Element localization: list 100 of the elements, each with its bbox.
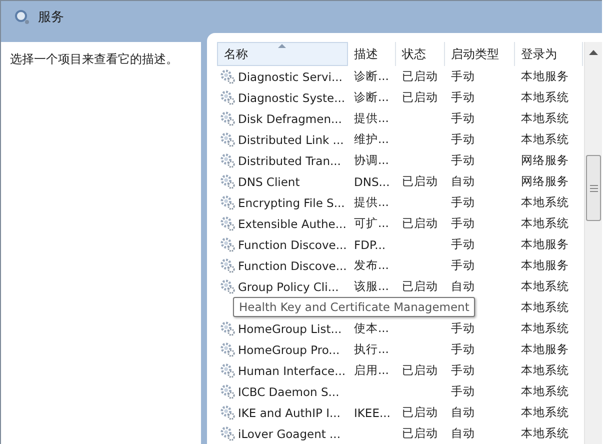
gear-icon (220, 279, 235, 294)
scrollbar[interactable] (584, 42, 602, 444)
gear-icon (220, 195, 235, 210)
table-cell: FDP... (354, 238, 386, 252)
gear-icon (220, 153, 235, 168)
table-cell: 已启动 (402, 426, 438, 441)
table-cell: 协调... (354, 153, 389, 168)
table-cell: 维护... (354, 132, 389, 147)
table-cell: 提供... (354, 111, 389, 126)
gear-icon (220, 216, 235, 231)
table-cell: 手动 (451, 132, 475, 147)
table-cell: Extensible Authe... (238, 216, 346, 230)
table-cell: 手动 (451, 153, 475, 168)
table-cell: 手动 (451, 321, 475, 336)
table-cell: Distributed Tran... (238, 154, 341, 168)
table-cell: 已启动 (402, 405, 438, 420)
table-cell: 本地系统 (521, 111, 569, 126)
table-cell: DNS Client (238, 174, 300, 188)
scroll-up-icon[interactable] (589, 50, 598, 55)
table-cell: 手动 (451, 342, 475, 357)
table-cell: 本地系统 (521, 90, 569, 105)
gear-icon (220, 321, 235, 336)
column-header[interactable]: 名称 (217, 42, 348, 66)
table-cell: 可扩... (354, 216, 389, 231)
table-cell: 已启动 (402, 69, 438, 84)
gear-icon (220, 132, 235, 147)
table-cell: DNS... (354, 174, 390, 188)
table-cell: 手动 (451, 237, 475, 252)
table-cell: 网络服务 (521, 153, 569, 168)
table-cell: 本地系统 (521, 321, 569, 336)
table-cell: 手动 (451, 195, 475, 210)
table-cell: 本地服务 (521, 237, 569, 252)
gear-icon (220, 363, 235, 378)
table-cell: 已启动 (402, 279, 438, 294)
gear-icon (220, 426, 235, 441)
table-cell: Human Interface... (238, 364, 346, 378)
description-text: 选择一个项目来查看它的描述。 (10, 52, 178, 66)
table-cell: 已启动 (402, 363, 438, 378)
table-cell: 本地系统 (521, 279, 569, 294)
gear-icon (220, 342, 235, 357)
table-cell: 网络服务 (521, 174, 569, 189)
table-cell: Function Discove... (238, 238, 347, 252)
table-cell: 本地系统 (521, 384, 569, 399)
sort-arrow-icon (278, 44, 286, 48)
table-cell: 发布... (354, 258, 389, 273)
table-cell: 自动 (451, 405, 475, 420)
table-cell: 已启动 (402, 216, 438, 231)
table-cell: 手动 (451, 363, 475, 378)
table-cell: 诊断... (354, 90, 389, 105)
table-cell: Function Discove... (238, 258, 347, 272)
scrollbar-thumb[interactable] (586, 155, 601, 221)
table-cell: 自动 (451, 279, 475, 294)
table-cell: 手动 (451, 69, 475, 84)
table-cell: 已启动 (402, 90, 438, 105)
grip-icon (590, 184, 598, 192)
gear-icon (220, 384, 235, 399)
window-title: 服务 (38, 9, 64, 26)
table-cell: Group Policy Cli... (238, 280, 339, 294)
table-cell: 执行... (354, 342, 389, 357)
table-cell: 手动 (451, 258, 475, 273)
table-cell: 自动 (451, 174, 475, 189)
table-cell: IKE and AuthIP I... (238, 406, 340, 420)
tooltip: Health Key and Certificate Management (233, 297, 476, 317)
table-cell: 使本... (354, 321, 389, 336)
table-cell: 本地服务 (521, 342, 569, 357)
table-cell: 本地系统 (521, 195, 569, 210)
table-cell: 本地服务 (521, 69, 569, 84)
table-cell: 自动 (451, 426, 475, 441)
table-cell: IKEE... (354, 406, 390, 420)
table-cell: Distributed Link ... (238, 132, 344, 146)
table-cell: HomeGroup List... (238, 322, 342, 336)
table-cell: Encrypting File S... (238, 196, 345, 210)
gear-icon (220, 111, 235, 126)
table-cell: 手动 (451, 216, 475, 231)
gear-icon (220, 69, 235, 84)
table-cell: 已启动 (402, 174, 438, 189)
table-cell: Disk Defragmen... (238, 112, 342, 126)
table-cell: 该服... (354, 279, 389, 294)
table-cell: HomeGroup Pro... (238, 342, 340, 356)
gear-icon (220, 405, 235, 420)
gear-icon (220, 174, 235, 189)
table-cell: 本地服务 (521, 258, 569, 273)
table-cell: 本地系统 (521, 300, 569, 315)
table-cell: 本地系统 (521, 132, 569, 147)
table-cell: Diagnostic Servi... (238, 70, 342, 84)
table-cell: 启用... (354, 363, 389, 378)
table-cell: 手动 (451, 90, 475, 105)
table-cell: iLover Goagent ... (238, 426, 340, 440)
table-cell: ICBC Daemon S... (238, 384, 340, 398)
table-cell: 本地系统 (521, 426, 569, 441)
table-cell: 本地系统 (521, 216, 569, 231)
gear-icon (220, 258, 235, 273)
table-cell: 手动 (451, 384, 475, 399)
table-cell: Diagnostic Syste... (238, 90, 346, 104)
table-cell: 手动 (451, 111, 475, 126)
gear-icon (220, 237, 235, 252)
table-cell: 本地系统 (521, 405, 569, 420)
gear-icon (220, 90, 235, 105)
table-cell: 本地系统 (521, 363, 569, 378)
table-cell: 诊断... (354, 69, 389, 84)
